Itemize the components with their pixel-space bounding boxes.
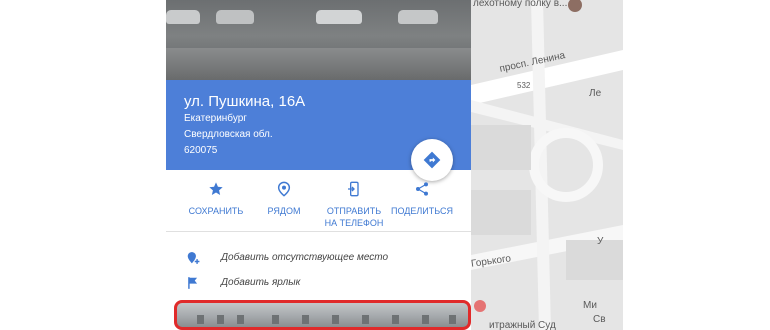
directions-icon [423,151,441,169]
building-window [197,315,204,324]
send-to-phone-icon [348,181,359,197]
map-label-monument: лехотному полку в... [473,0,568,9]
building-window [272,315,279,324]
add-missing-place-link[interactable]: Добавить отсутствующее место [166,247,471,271]
action-bar: СОХРАНИТЬ РЯДОМ ОТПРАВИТЬ НА ТЕЛЕФОН ПОД… [166,170,471,232]
share-icon [416,182,428,196]
add-label-text: Добавить ярлык [221,277,301,288]
photo-car [316,10,362,24]
map-view[interactable]: лехотному полку в... просп. Ленина 532 Л… [471,0,623,330]
nearby-label: РЯДОМ [267,206,301,216]
add-label-link[interactable]: Добавить ярлык [166,272,471,296]
map-house-number: 532 [517,81,531,90]
share-label: ПОДЕЛИТЬСЯ [391,206,453,216]
place-region: Свердловская обл. [184,129,273,140]
building-window [332,315,339,324]
building-window [449,315,456,324]
map-label-right1: Ле [589,88,602,99]
building-window [302,315,309,324]
map-label-court: итражный Суд [489,320,556,330]
share-button[interactable]: ПОДЕЛИТЬСЯ [382,180,462,217]
place-postcode: 620075 [184,145,218,156]
add-location-icon [186,250,200,271]
place-photo[interactable] [166,0,471,80]
building-window [362,315,369,324]
map-label-right3: Ми [583,300,597,311]
place-title: ул. Пушкина, 16А [184,93,306,110]
building-window [422,315,429,324]
place-city: Екатеринбург [184,113,247,124]
building-window [217,315,224,324]
street-view-thumbnail[interactable] [174,300,471,330]
map-label-right4: Св [593,314,606,325]
place-panel: ул. Пушкина, 16А Екатеринбург Свердловск… [166,0,471,330]
place-header: ул. Пушкина, 16А Екатеринбург Свердловск… [166,80,471,215]
map-roads [471,0,623,330]
right-margin [623,0,770,330]
star-icon [209,182,223,195]
building-window [237,315,244,324]
nearby-icon [277,181,291,197]
photo-ground [166,48,471,80]
add-missing-place-text: Добавить отсутствующее место [221,252,389,263]
left-margin [0,0,166,330]
nearby-button[interactable]: РЯДОМ [244,180,324,217]
photo-car [398,10,438,24]
building-window [392,315,399,324]
send-label-line2: НА ТЕЛЕФОН [324,218,384,228]
map-label-right2: У [597,236,604,247]
flag-icon [186,275,200,296]
photo-car [166,10,200,24]
photo-car [216,10,254,24]
